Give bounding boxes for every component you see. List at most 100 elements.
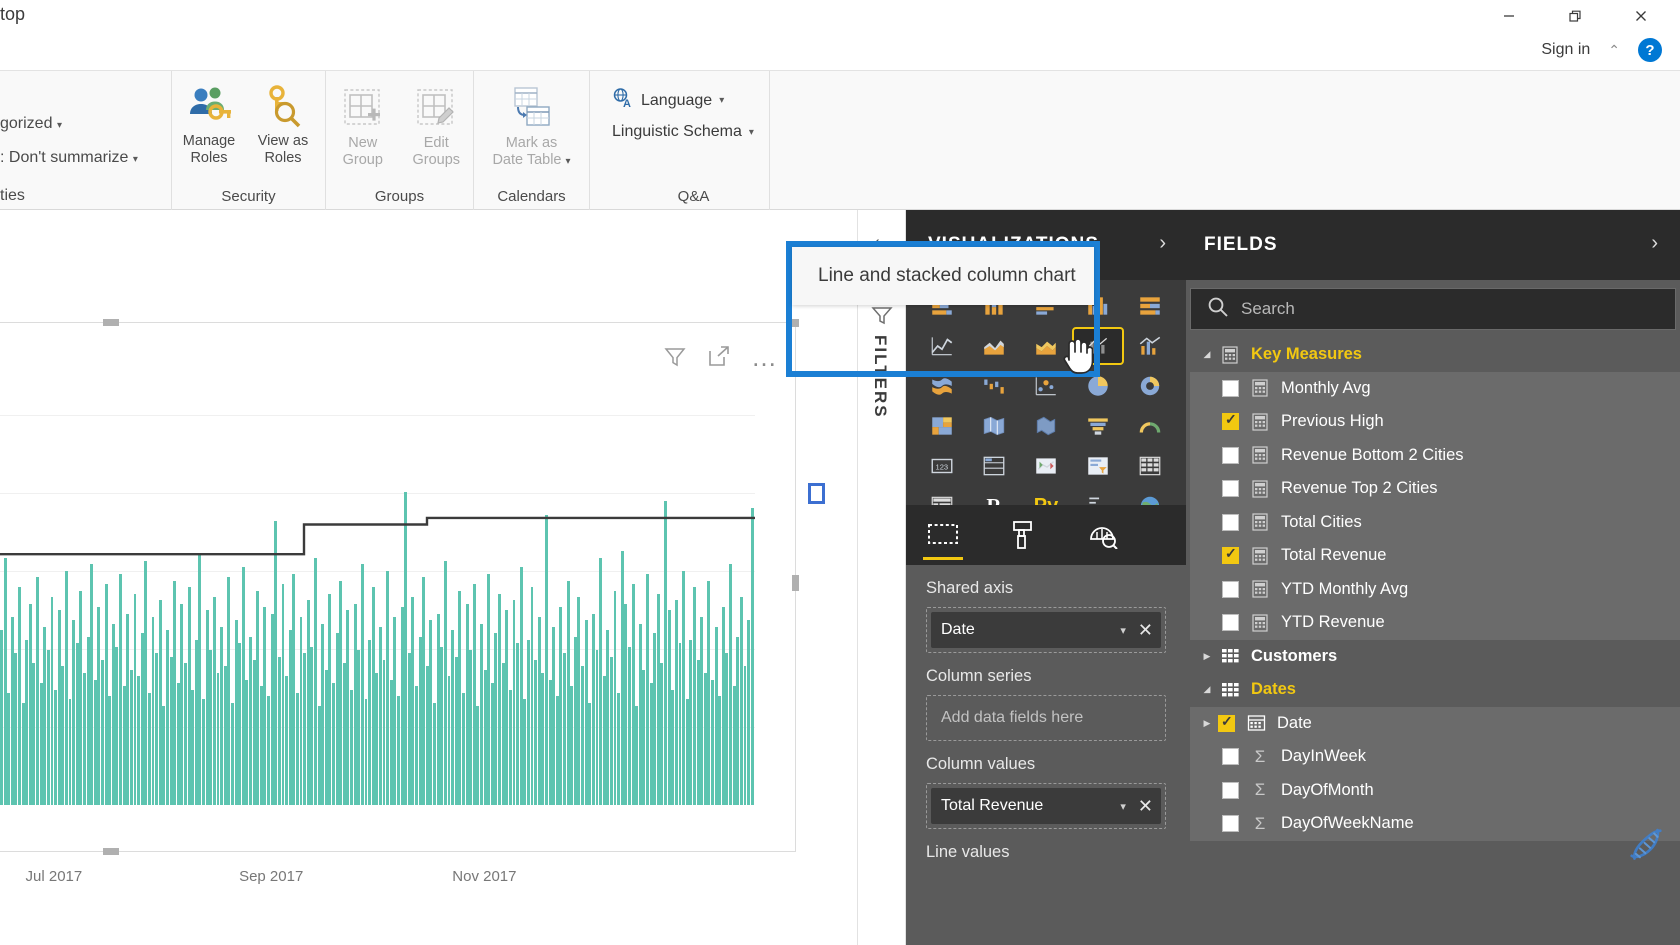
viz-icon-multi-row-card[interactable] [970,449,1018,483]
caret-down-icon[interactable]: ◢ [1196,684,1218,695]
search-input[interactable]: Search [1190,288,1676,330]
resize-handle-bottom[interactable] [103,848,119,855]
close-button[interactable] [1608,0,1674,32]
caret-down-icon[interactable]: ▾ [719,95,724,106]
field-checkbox[interactable] [1218,713,1235,732]
field-checkbox[interactable] [1222,614,1239,632]
report-canvas[interactable]: ENTERPRISE [0,210,858,945]
field-checkbox[interactable] [1222,513,1239,531]
logo-square-icon [807,483,825,504]
chevron-up-icon[interactable]: ⌃ [1608,42,1620,59]
remove-field-icon[interactable]: ✕ [1138,796,1153,817]
fields-table-customers[interactable]: ▶ Customers [1190,640,1680,674]
fields-tree[interactable]: ◢ Key Measures Monthly Avg Previous High Rev… [1190,338,1680,945]
caret-right-icon[interactable]: ▶ [1196,718,1218,729]
fields-item-ytd-monthly-avg[interactable]: YTD Monthly Avg [1190,572,1680,606]
caret-down-icon[interactable]: ▾ [57,120,62,131]
fields-item-ytd-revenue[interactable]: YTD Revenue [1190,606,1680,640]
field-checkbox[interactable] [1222,580,1239,598]
fields-item-dayofmonth[interactable]: Σ DayOfMonth [1190,773,1680,807]
fields-item-label: Date [1277,713,1312,732]
caret-down-icon[interactable]: ▾ [1120,800,1126,813]
resize-handle-top[interactable] [103,319,119,326]
field-checkbox[interactable] [1222,781,1239,799]
view-as-roles-button[interactable]: View as Roles [246,75,320,167]
data-category-control[interactable]: gorized ▾ [0,115,62,133]
field-checkbox[interactable] [1222,411,1239,431]
caret-down-icon[interactable]: ▾ [749,127,754,138]
fields-item-revenue-top-2-cities[interactable]: Revenue Top 2 Cities [1190,472,1680,506]
summarize-control[interactable]: : Don't summarize ▾ [0,149,138,167]
field-checkbox[interactable] [1222,379,1239,397]
table-icon [1218,647,1242,665]
fields-item-dayofweekname[interactable]: Σ DayOfWeekName [1190,807,1680,841]
filter-icon[interactable] [663,345,687,369]
fields-item-previous-high[interactable]: Previous High [1190,405,1680,439]
field-checkbox[interactable] [1222,480,1239,498]
viz-icon-treemap[interactable] [918,409,966,443]
fields-tab[interactable] [920,512,966,560]
viz-icon-filled-map[interactable] [1022,409,1070,443]
manage-roles-button[interactable]: Manage Roles [172,75,246,167]
language-button[interactable]: A Language ▾ [604,83,769,118]
linguistic-schema-button[interactable]: Linguistic Schema ▾ [604,118,769,146]
viz-icon-card[interactable]: 123 [918,449,966,483]
viz-icon-gauge-chart[interactable] [1126,409,1174,443]
measure-table-icon [1218,346,1242,364]
chevron-right-icon[interactable]: › [1651,232,1658,255]
viz-icon-line-and-clustered-column-chart[interactable] [1126,329,1174,363]
fields-table-dates[interactable]: ◢ Dates [1190,673,1680,707]
field-checkbox[interactable] [1222,815,1239,833]
viz-icon-donut-chart[interactable] [1126,369,1174,403]
mark-as-date-table-button[interactable]: Mark as Date Table ▾ [480,77,584,170]
fields-item-label: Revenue Top 2 Cities [1281,479,1438,498]
field-chip-total-revenue[interactable]: Total Revenue ▾ ✕ [931,788,1161,824]
remove-field-icon[interactable]: ✕ [1138,620,1153,641]
help-icon[interactable]: ? [1638,38,1662,62]
fields-item-label: DayInWeek [1281,747,1366,766]
edit-groups-button[interactable]: Edit Groups [400,77,474,169]
more-options-icon[interactable]: … [751,344,779,370]
fields-item-revenue-bottom-2-cities[interactable]: Revenue Bottom 2 Cities [1190,438,1680,472]
well-shared-axis[interactable]: Date ▾ ✕ [926,607,1166,653]
hand-pointer-cursor [1059,333,1094,380]
viz-icon-table[interactable] [1126,449,1174,483]
focus-mode-icon[interactable] [707,345,731,369]
fields-item-date[interactable]: ▶ Date [1190,706,1680,740]
caret-down-icon[interactable]: ▾ [566,156,571,167]
ribbon-group-calendars: Mark as Date Table ▾ Calendars [474,71,590,211]
caret-down-icon[interactable]: ▾ [133,154,138,165]
field-checkbox[interactable] [1222,748,1239,766]
line-and-column-visual[interactable]: … Jul 2017 Sep 2017 Nov 2017 [0,319,799,885]
format-tab[interactable] [1000,512,1046,558]
ribbon-group-groups: New Group Edit Groups Groups [326,71,474,211]
fields-item-monthly-avg[interactable]: Monthly Avg [1190,371,1680,405]
minimize-button[interactable] [1476,0,1542,32]
field-chip-date[interactable]: Date ▾ ✕ [931,612,1161,648]
resize-handle-right[interactable] [792,575,799,591]
restore-button[interactable] [1542,0,1608,32]
empty-well-placeholder: Add data fields here [941,709,1084,726]
chevron-right-icon[interactable]: › [1159,232,1166,255]
field-checkbox[interactable] [1222,446,1239,464]
field-checkbox[interactable] [1222,545,1239,565]
viz-icon-hundred-percent-stacked-bar-chart[interactable] [1126,289,1174,323]
caret-down-icon[interactable]: ◢ [1196,349,1218,360]
sign-in-button[interactable]: Sign in [1541,41,1590,59]
well-column-series[interactable]: Add data fields here [926,695,1166,741]
fields-item-dayinweek[interactable]: Σ DayInWeek [1190,740,1680,774]
fields-table-key-measures[interactable]: ◢ Key Measures [1190,338,1680,372]
caret-right-icon[interactable]: ▶ [1196,651,1218,662]
x-axis-tick-label: Nov 2017 [452,868,517,885]
viz-icon-kpi[interactable] [1022,449,1070,483]
fields-item-total-revenue[interactable]: Total Revenue [1190,539,1680,573]
view-as-roles-icon [260,81,306,131]
fields-item-total-cities[interactable]: Total Cities [1190,505,1680,539]
new-group-button[interactable]: New Group [326,77,400,169]
caret-down-icon[interactable]: ▾ [1120,624,1126,637]
viz-icon-map[interactable] [970,409,1018,443]
viz-icon-funnel-chart[interactable] [1074,409,1122,443]
analytics-tab[interactable] [1080,512,1126,558]
well-column-values[interactable]: Total Revenue ▾ ✕ [926,783,1166,829]
viz-icon-slicer[interactable] [1074,449,1122,483]
